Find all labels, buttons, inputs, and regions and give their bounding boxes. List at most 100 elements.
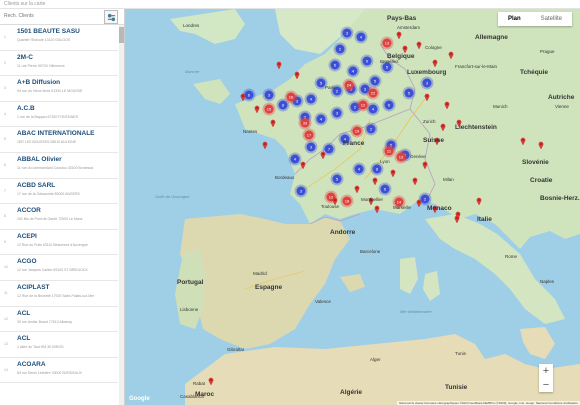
cluster-marker-red[interactable]: 11 — [382, 144, 396, 158]
cluster-marker-blue[interactable]: 3 — [304, 140, 318, 154]
map-pin-icon[interactable] — [276, 61, 282, 70]
map-pin-icon[interactable] — [240, 93, 246, 102]
list-item[interactable]: 5 ABAC INTERNATIONALE 1ER LES BOUSSES 0861… — [0, 127, 118, 153]
cluster-marker-blue[interactable]: 6 — [378, 182, 392, 196]
city-label-madrid: Madrid — [253, 271, 267, 276]
cluster-marker-red[interactable]: 18 — [340, 194, 354, 208]
country-label-croatie: Croatie — [530, 177, 553, 184]
list-item[interactable]: 8 ACCOR 152 Bis de Pont de Garde 72000 Le … — [0, 204, 118, 230]
city-label-toulouse: Toulouse — [321, 204, 340, 209]
cluster-marker-blue[interactable]: 4 — [346, 64, 360, 78]
country-label-autriche: Autriche — [548, 94, 575, 101]
cluster-marker-blue[interactable]: 4 — [288, 152, 302, 166]
client-name: ACGO — [17, 258, 37, 266]
list-item[interactable]: 12 ACL 30 rue Amilar Brand 77610 Albanay — [0, 307, 118, 333]
client-index: 4 — [4, 111, 6, 116]
city-label-montpellier: Montpellier — [361, 197, 384, 202]
cluster-marker-red[interactable]: 17 — [302, 128, 316, 142]
map-pin-icon[interactable] — [416, 199, 422, 208]
list-item[interactable]: 9 ACEPI 12 Rue du Puits 63110 Beaumont d'A… — [0, 230, 118, 256]
client-index: 8 — [4, 214, 6, 219]
city-label-alger: Alger — [370, 357, 381, 362]
zoom-out-button[interactable]: − — [539, 378, 553, 392]
client-name: ACEPI — [17, 232, 37, 240]
client-name: ACBD SARL — [17, 181, 56, 189]
city-label-rome: Rome — [505, 254, 518, 259]
client-name: ACOARA — [17, 360, 46, 368]
cluster-count: 17 — [307, 132, 312, 137]
country-label-slovenie: Slovénie — [522, 159, 549, 166]
city-label-zurich: Zurich — [423, 119, 436, 124]
client-index: 1 — [4, 35, 6, 39]
cluster-marker-red[interactable]: 24 — [342, 78, 356, 92]
sidebar-scrollbar[interactable] — [119, 25, 124, 405]
cluster-marker-red[interactable]: 16 — [284, 90, 298, 104]
country-label-paysbas: Pays-Bas — [387, 15, 417, 22]
map-pin-icon[interactable] — [262, 141, 268, 150]
cluster-marker-blue[interactable]: 3 — [330, 106, 344, 120]
cluster-marker-red[interactable]: 12 — [356, 98, 370, 112]
cluster-marker-blue[interactable]: 3 — [294, 184, 308, 198]
search-input[interactable] — [2, 11, 102, 21]
cluster-marker-blue[interactable]: 6 — [328, 58, 342, 72]
client-address: 94 rue du Vieux-Nord 91330 LE MOUSSE — [17, 89, 83, 94]
cluster-marker-blue[interactable]: 3 — [420, 76, 434, 90]
client-index: 6 — [4, 162, 6, 167]
cluster-marker-blue[interactable]: 6 — [382, 98, 396, 112]
list-item[interactable]: 11 ACIPLAST 12 Rue de la Brunelle 17920 Sa… — [0, 281, 118, 307]
client-address: 12 Rue du Puits 63110 Beaumont d'Auvergn… — [17, 242, 88, 247]
city-label-casablanca: Casablanca — [180, 394, 204, 399]
cluster-marker-red[interactable]: 19 — [350, 124, 364, 138]
client-address: 1 rue de la Bappau 67320 FONTAINES — [17, 114, 79, 119]
cluster-marker-blue[interactable]: 2 — [364, 122, 378, 136]
cluster-marker-blue[interactable]: 4 — [304, 92, 318, 106]
list-item[interactable]: 4 A.C.B 1 rue de la Bappau 67320 FONTAINES — [0, 102, 118, 128]
map-type-satellite-button[interactable]: Satellite — [531, 12, 572, 26]
list-item[interactable]: 3 A+B Diffusion 94 rue du Vieux-Nord 91330… — [0, 76, 118, 102]
list-item[interactable]: 6 ABBAL Olivier 11 rue du commandant Coust… — [0, 153, 118, 179]
cluster-marker-blue[interactable]: 4 — [354, 30, 368, 44]
scrollbar-thumb[interactable] — [119, 27, 124, 43]
filter-button[interactable] — [104, 10, 118, 24]
map-attribution[interactable]: Raccourcis clavier Données cartographiqu… — [397, 401, 580, 405]
map-pin-icon[interactable] — [374, 205, 380, 214]
city-label-amsterdam: Amsterdam — [397, 25, 421, 30]
client-name: ACIPLAST — [17, 283, 50, 291]
cluster-marker-red[interactable]: 15 — [262, 102, 276, 116]
cluster-marker-blue[interactable]: 5 — [330, 172, 344, 186]
city-label-gibraltar: Gibraltar — [227, 347, 245, 352]
cluster-marker-blue[interactable]: 9 — [360, 54, 374, 68]
cluster-marker-red[interactable]: 22 — [366, 86, 380, 100]
client-index: 3 — [4, 86, 6, 91]
sea-label-biscaye: Golfe de Gascogne — [155, 194, 190, 199]
cluster-marker-red[interactable]: 13 — [380, 36, 394, 50]
list-item[interactable]: 7 ACBD SARL 17 rue de la Galaandrie 85000 … — [0, 179, 118, 205]
zoom-in-button[interactable]: + — [539, 364, 553, 378]
cluster-marker-blue[interactable]: 5 — [402, 86, 416, 100]
client-address: 12 Rue de la Brunelle 17920 Saint-Palais… — [17, 293, 95, 298]
cluster-marker-blue[interactable]: 4 — [314, 112, 328, 126]
cluster-marker-blue[interactable]: 8 — [370, 162, 384, 176]
client-address: 1ER LES BOUSSES 08610 AULIGNE — [17, 140, 77, 145]
list-item[interactable]: 14 ACOARA 83 rue Denis Lebrière 33000 BORD… — [0, 358, 118, 384]
cluster-marker-blue[interactable]: 2 — [333, 42, 347, 56]
cluster-marker-red[interactable]: 33 — [298, 116, 312, 130]
country-label-portugal: Portugal — [177, 279, 204, 286]
list-item[interactable]: 10 ACGO 12 rue Jacques Cartier 69100 ST BR… — [0, 255, 118, 281]
city-label-prague: Prague — [540, 49, 555, 54]
client-sidebar: 1 1501 BEAUTE SASU Quartier l'Estoule 1312… — [0, 9, 125, 405]
cluster-marker-blue[interactable]: 4 — [352, 162, 366, 176]
map-view[interactable]: 3426495533254383624324653247345284536213… — [125, 9, 580, 405]
list-item[interactable]: 13 ACL 1 allée du Taut HM 35 53ROD — [0, 332, 118, 358]
list-item[interactable]: 1 1501 BEAUTE SASU Quartier l'Estoule 1312… — [0, 25, 118, 51]
cluster-marker-blue[interactable]: 3 — [262, 88, 276, 102]
country-label-allemagne: Allemagne — [475, 34, 508, 41]
cluster-marker-blue[interactable]: 3 — [340, 26, 354, 40]
list-item[interactable]: 2 2M-C 11 rue Pierre 59700 Villeneuve — [0, 51, 118, 77]
client-index: 14 — [4, 367, 8, 372]
map-type-plan-button[interactable]: Plan — [498, 12, 531, 26]
city-label-munich: Munich — [493, 104, 508, 109]
cluster-marker-red[interactable]: 13 — [394, 150, 408, 164]
cluster-count: 16 — [289, 94, 294, 99]
client-name: A.C.B — [17, 104, 35, 112]
